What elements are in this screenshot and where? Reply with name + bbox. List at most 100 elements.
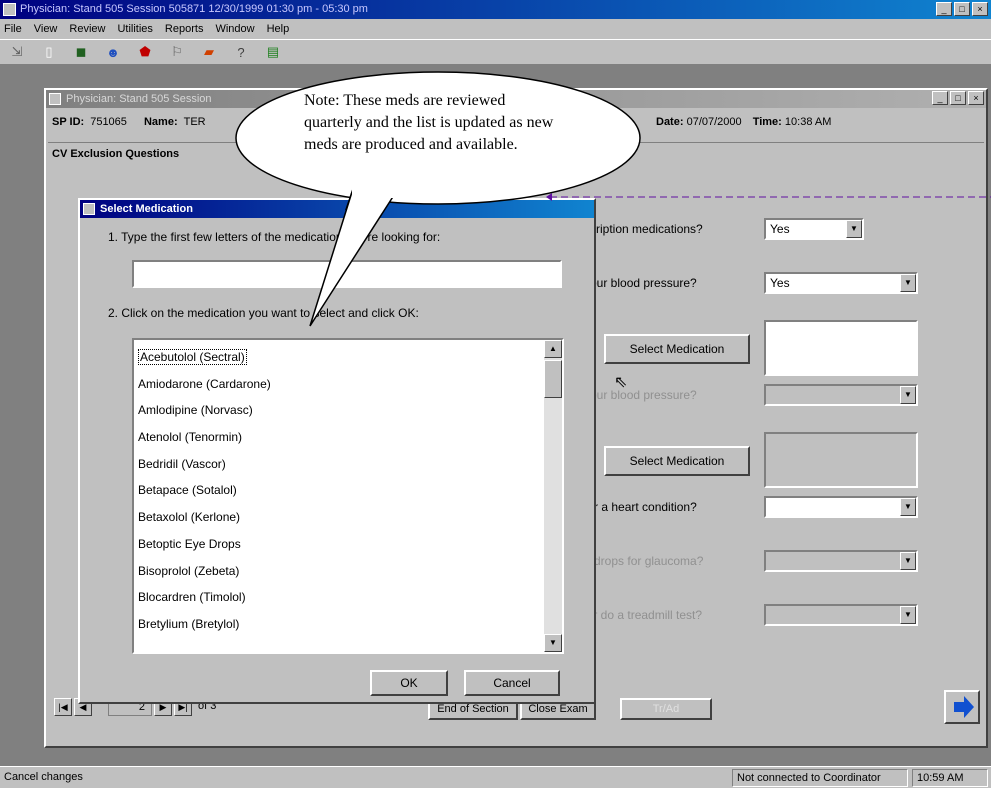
question-5: e drops for glaucoma? (584, 554, 704, 568)
list-item[interactable]: Amiodarone (Cardarone) (138, 371, 562, 398)
question-4: for a heart condition? (584, 500, 697, 514)
sp-info: SP ID: 751065 Name: TER (52, 116, 206, 128)
medication-name: Amlodipine (Norvasc) (138, 403, 253, 418)
question-3-select[interactable]: ▼ (764, 384, 918, 406)
question-3: your blood pressure? (584, 388, 697, 402)
list-item[interactable]: Betapace (Sotalol) (138, 477, 562, 504)
section-heading: CV Exclusion Questions (52, 148, 180, 160)
medication-name: Betapace (Sotalol) (138, 483, 237, 498)
question-4-select[interactable]: ▼ (764, 496, 918, 518)
list-item[interactable]: Atenolol (Tenormin) (138, 424, 562, 451)
window-icon (49, 93, 61, 105)
list-item[interactable]: Bedridil (Vascor) (138, 451, 562, 478)
chevron-down-icon[interactable]: ▼ (846, 220, 862, 238)
minimize-button[interactable]: _ (936, 2, 952, 16)
list-item[interactable]: Bretylium (Bretylol) (138, 611, 562, 638)
menu-utilities[interactable]: Utilities (117, 23, 152, 35)
first-page-icon[interactable]: |◀ (54, 698, 72, 716)
flag-icon[interactable]: ⚐ (168, 43, 186, 61)
medication-box-2[interactable] (764, 432, 918, 488)
menu-reports[interactable]: Reports (165, 23, 204, 35)
date-label: Date: (656, 116, 684, 128)
select-medication-button-2[interactable]: Select Medication (604, 446, 750, 476)
chart-icon[interactable]: ▰ (200, 43, 218, 61)
medication-name: Bretylium (Bretylol) (138, 616, 240, 631)
question-2-select[interactable]: Yes ▼ (764, 272, 918, 294)
status-bar: Cancel changes Not connected to Coordina… (0, 766, 991, 788)
chevron-down-icon[interactable]: ▼ (900, 498, 916, 516)
disabled-button[interactable]: Tr/Ad (620, 698, 712, 720)
menu-bar: File View Review Utilities Reports Windo… (0, 19, 991, 39)
new-icon[interactable]: ▯ (40, 43, 58, 61)
child-close-button[interactable]: × (968, 91, 984, 105)
callout-leader-line (546, 193, 991, 201)
exit-icon[interactable]: ⇲ (8, 43, 26, 61)
list-item[interactable]: Bisoprolol (Zebeta) (138, 558, 562, 585)
open-icon[interactable]: ◼ (72, 43, 90, 61)
close-button[interactable]: × (972, 2, 988, 16)
ok-button[interactable]: OK (370, 670, 448, 696)
medication-name: Betaxolol (Kerlone) (138, 510, 241, 525)
scroll-thumb[interactable] (544, 360, 562, 398)
exam-window-title: Physician: Stand 505 Session (66, 93, 212, 105)
help-icon[interactable]: ? (232, 43, 250, 61)
list-item[interactable]: Betaxolol (Kerlone) (138, 504, 562, 531)
medication-name: Betoptic Eye Drops (138, 536, 241, 551)
dialog-icon (83, 203, 95, 215)
list-item[interactable]: Betoptic Eye Drops (138, 531, 562, 558)
list-scrollbar[interactable]: ▲ ▼ (544, 340, 562, 652)
time-value: 10:38 AM (784, 116, 832, 128)
app-title-bar[interactable]: Physician: Stand 505 Session 505871 12/3… (0, 0, 991, 19)
toolbar: ⇲ ▯ ◼ ☻ ⬟ ⚐ ▰ ? ▤ (0, 39, 991, 65)
date-value: 07/07/2000 (686, 116, 742, 128)
medication-name: Bedridil (Vascor) (138, 456, 226, 471)
menu-view[interactable]: View (34, 23, 58, 35)
name-value: TER (183, 116, 206, 128)
arrow-right-icon (954, 696, 974, 718)
maximize-button[interactable]: □ (954, 2, 970, 16)
medication-name: Blocardren (Timolol) (138, 590, 246, 605)
mouse-cursor-icon: ⇖ (614, 374, 628, 391)
scroll-down-icon[interactable]: ▼ (544, 634, 562, 652)
next-section-button[interactable] (944, 690, 980, 724)
cancel-button[interactable]: Cancel (464, 670, 560, 696)
callout-text: Note: These meds are reviewed quarterly … (304, 92, 554, 153)
chevron-down-icon[interactable]: ▼ (900, 552, 916, 570)
status-message: Cancel changes (4, 771, 83, 783)
question-2-value: Yes (770, 276, 790, 290)
connection-status: Not connected to Coordinator (732, 769, 908, 787)
sp-id-value: 751065 (90, 116, 127, 128)
notes-icon[interactable]: ▤ (264, 43, 282, 61)
menu-file[interactable]: File (4, 23, 22, 35)
dialog-title: Select Medication (100, 203, 193, 215)
chevron-down-icon[interactable]: ▼ (900, 386, 916, 404)
child-minimize-button[interactable]: _ (932, 91, 948, 105)
stop-icon[interactable]: ⬟ (136, 43, 154, 61)
list-item[interactable]: Blocardren (Timolol) (138, 584, 562, 611)
question-6-select[interactable]: ▼ (764, 604, 918, 626)
name-label: Name: (143, 116, 178, 128)
app-icon (3, 3, 16, 16)
menu-window[interactable]: Window (215, 23, 254, 35)
sp-id-label: SP ID: (52, 116, 85, 128)
time-label: Time: (752, 116, 782, 128)
medication-name: Amiodarone (Cardarone) (138, 376, 271, 391)
child-maximize-button[interactable]: □ (950, 91, 966, 105)
medication-list[interactable]: Acebutolol (Sectral) Amiodarone (Cardaro… (132, 338, 564, 654)
medication-name: Bisoprolol (Zebeta) (138, 563, 240, 578)
chevron-down-icon[interactable]: ▼ (900, 606, 916, 624)
question-5-select[interactable]: ▼ (764, 550, 918, 572)
question-1-select[interactable]: Yes ▼ (764, 218, 864, 240)
list-item[interactable]: Acebutolol (Sectral) (138, 344, 562, 371)
menu-review[interactable]: Review (69, 23, 105, 35)
menu-help[interactable]: Help (267, 23, 290, 35)
people-icon[interactable]: ☻ (104, 43, 122, 61)
question-6: ior do a treadmill test? (584, 608, 703, 622)
medication-box-1[interactable] (764, 320, 918, 376)
app-title: Physician: Stand 505 Session 505871 12/3… (20, 3, 368, 15)
list-item[interactable]: Amlodipine (Norvasc) (138, 397, 562, 424)
status-clock: 10:59 AM (912, 769, 988, 787)
medication-name: Atenolol (Tenormin) (138, 430, 243, 445)
chevron-down-icon[interactable]: ▼ (900, 274, 916, 292)
date-time-info: Date: 07/07/2000 Time: 10:38 AM (656, 116, 831, 128)
